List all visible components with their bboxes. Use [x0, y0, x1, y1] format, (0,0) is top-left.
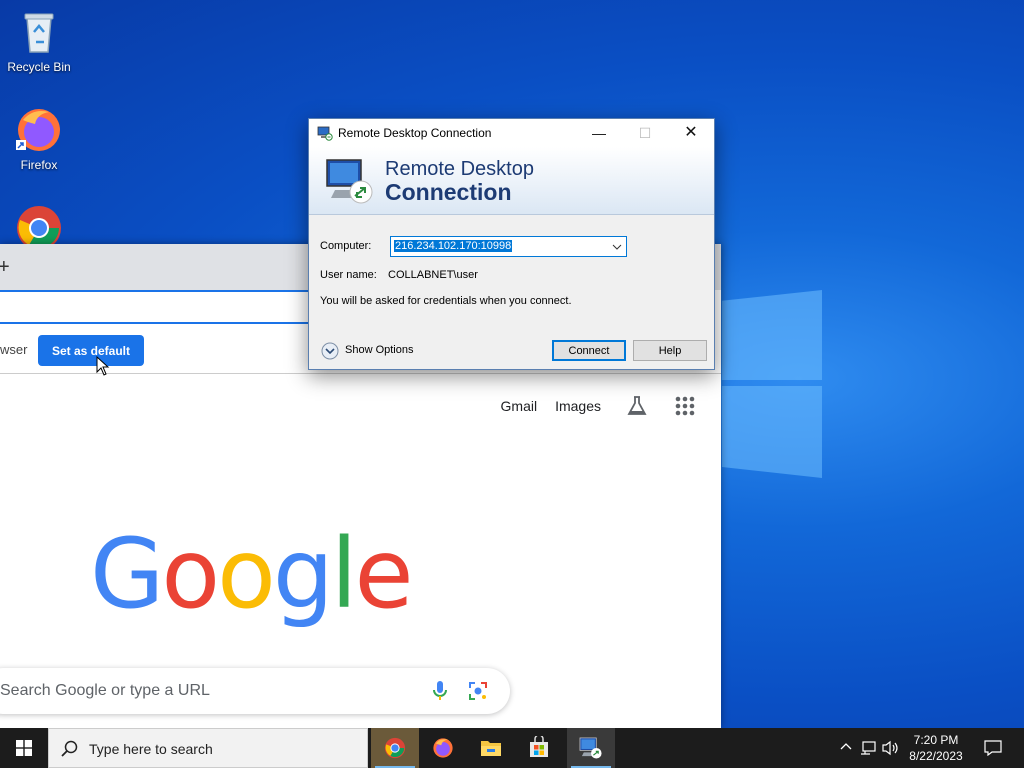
search-icon [61, 740, 78, 757]
file-explorer-icon [481, 741, 501, 756]
new-tab-button[interactable]: + [0, 256, 10, 279]
infobar-text: wser [0, 342, 28, 357]
taskbar-search-box[interactable]: Type here to search [48, 728, 368, 768]
taskbar-app-chrome[interactable] [371, 728, 419, 768]
google-logo-letter: g [272, 518, 334, 630]
voice-search-icon[interactable] [432, 680, 448, 705]
google-logo-letter: l [330, 518, 358, 630]
google-logo-letter: o [217, 518, 276, 630]
desktop-icon-recycle-bin[interactable]: Recycle Bin [4, 8, 74, 74]
close-button[interactable]: ✕ [668, 119, 714, 147]
computer-value[interactable]: 216.234.102.170:10998 [394, 240, 513, 252]
taskbar-clock[interactable]: 7:20 PM 8/22/2023 [906, 732, 966, 764]
windows-start-icon [16, 740, 32, 756]
show-options-label: Show Options [345, 344, 414, 356]
taskbar: Type here to search 7:20 PM 8/22/2023 [0, 728, 1024, 768]
recycle-bin-icon [15, 8, 63, 56]
taskbar-app-file-explorer[interactable] [467, 728, 515, 768]
google-logo-letter: o [161, 518, 220, 630]
banner-title-line2: Connection [385, 179, 512, 205]
username-label: User name: [320, 269, 377, 281]
remote-desktop-app-icon [317, 125, 333, 144]
gmail-link[interactable]: Gmail [501, 398, 538, 414]
chevron-down-icon[interactable] [612, 241, 622, 255]
start-button[interactable] [0, 728, 48, 768]
connect-button[interactable]: Connect [552, 340, 626, 361]
credentials-info-text: You will be asked for credentials when y… [320, 295, 572, 307]
clock-date: 8/22/2023 [909, 749, 963, 763]
computer-combobox[interactable]: 216.234.102.170:10998 [390, 236, 627, 257]
microsoft-store-icon [530, 736, 548, 757]
firefox-icon [433, 738, 453, 758]
ntp-search-box[interactable]: Search Google or type a URL [0, 668, 510, 714]
expand-options-icon [321, 342, 339, 363]
taskbar-app-microsoft-store[interactable] [515, 728, 563, 768]
set-as-default-button[interactable]: Set as default [38, 335, 144, 366]
mouse-cursor-icon [96, 356, 110, 376]
maximize-button-disabled: ☐ [638, 125, 652, 141]
google-logo-letter: G [90, 518, 164, 630]
desktop-icon-label: Firefox [20, 158, 58, 172]
ntp-top-links: Gmail Images [501, 394, 697, 418]
firefox-icon [15, 106, 63, 154]
show-hidden-icons-chevron-icon[interactable] [840, 741, 852, 756]
google-logo-letter: e [354, 518, 413, 630]
help-button[interactable]: Help [633, 340, 707, 361]
title-bar[interactable]: Remote Desktop Connection — ☐ ✕ [309, 119, 714, 147]
clock-time: 7:20 PM [913, 733, 959, 747]
taskbar-app-remote-desktop[interactable] [567, 728, 615, 768]
network-icon[interactable] [860, 740, 876, 759]
username-value: COLLABNET\user [388, 269, 478, 281]
remote-desktop-icon [579, 737, 602, 759]
images-link[interactable]: Images [555, 398, 601, 414]
apps-grid-icon[interactable] [673, 394, 697, 418]
rdp-banner: Remote Desktop Connection [309, 147, 714, 215]
system-tray: 7:20 PM 8/22/2023 [824, 728, 1024, 768]
rdp-monitor-icon [325, 156, 375, 209]
chrome-icon [384, 737, 406, 759]
lens-search-icon[interactable] [468, 681, 488, 704]
search-placeholder: Search Google or type a URL [0, 682, 210, 699]
banner-title-line1: Remote Desktop [385, 158, 534, 180]
taskbar-app-firefox[interactable] [419, 728, 467, 768]
desktop-icon-label: Recycle Bin [7, 60, 71, 74]
minimize-button[interactable]: — [576, 119, 622, 147]
remote-desktop-dialog: Remote Desktop Connection — ☐ ✕ Remote D… [308, 118, 715, 370]
google-logo: Google [90, 526, 414, 622]
desktop-icon-firefox[interactable]: Firefox [4, 106, 74, 172]
windows-logo-wallpaper [722, 290, 822, 480]
window-title: Remote Desktop Connection [338, 126, 492, 140]
taskbar-search-placeholder: Type here to search [89, 741, 213, 757]
volume-icon[interactable] [882, 740, 900, 759]
computer-label: Computer: [320, 240, 372, 252]
labs-icon[interactable] [625, 394, 649, 418]
notifications-icon[interactable] [984, 740, 1002, 759]
